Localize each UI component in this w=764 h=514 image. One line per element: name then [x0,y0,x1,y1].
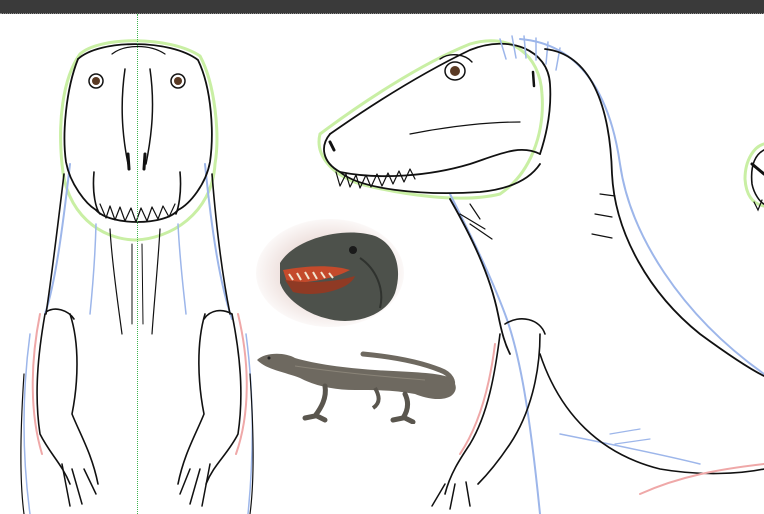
app-titlebar [0,0,764,14]
komodo-dragon-reference[interactable] [255,346,460,424]
lizard-photo-icon [257,351,456,424]
dinosaur-head-photo-icon [256,219,404,327]
trex-head-reference[interactable] [255,218,405,328]
partial-head-figure [743,142,764,212]
drawing-canvas[interactable] [0,14,764,514]
center-guide-line [137,14,138,514]
